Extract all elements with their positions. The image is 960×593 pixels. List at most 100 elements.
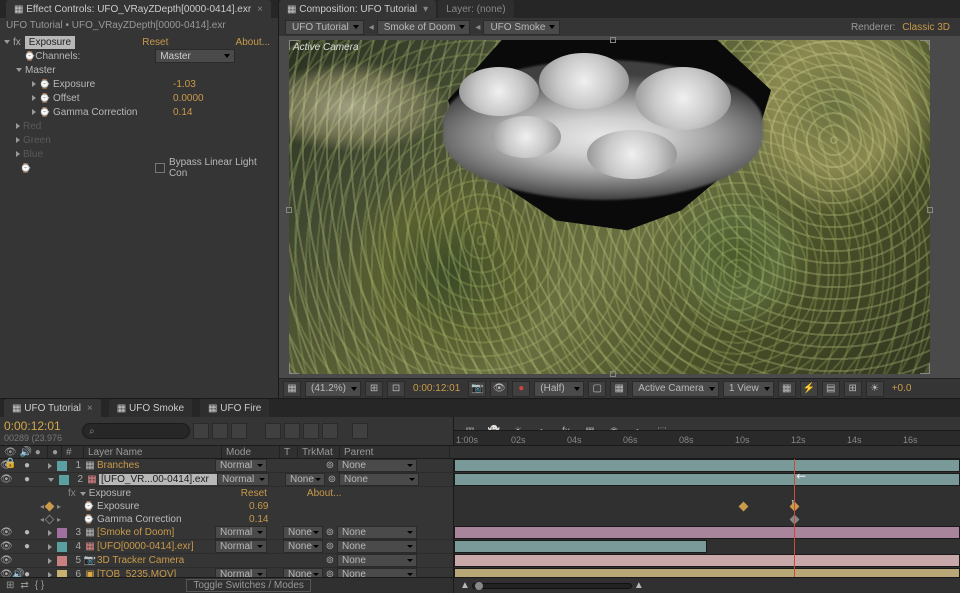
zoom-in-icon[interactable]: ▲: [634, 580, 644, 591]
timeline-tab-ufo-tutorial[interactable]: ▦ UFO Tutorial×: [4, 399, 101, 417]
search-input[interactable]: ⌕: [82, 423, 190, 439]
property-row-gamma[interactable]: ◂ ▸ ⌚ Gamma Correction 0.14: [0, 513, 453, 526]
keyframe[interactable]: [739, 502, 749, 512]
visibility-icon[interactable]: 👁: [0, 527, 12, 538]
parent-dropdown[interactable]: None: [337, 568, 417, 577]
bounds-handle[interactable]: [920, 364, 930, 374]
layer-tab[interactable]: Layer: (none): [438, 0, 513, 18]
composition-viewer[interactable]: Active Camera: [279, 36, 960, 378]
viewer-timecode[interactable]: 0:00:12:01: [413, 383, 460, 394]
visibility-icon[interactable]: 👁: [0, 555, 12, 566]
label-color[interactable]: [57, 570, 67, 578]
mode-dropdown[interactable]: Normal: [215, 526, 267, 539]
layer-row-smoke[interactable]: 👁● 3 ▦ [Smoke of Doom] Normal None ⊚ Non…: [0, 526, 453, 540]
timeline-tab-ufo-fire[interactable]: ▦ UFO Fire: [200, 399, 269, 417]
snapshot-icon[interactable]: 📷: [468, 381, 486, 397]
next-keyframe-icon[interactable]: ▸: [57, 515, 61, 524]
frame-blend-icon[interactable]: [265, 423, 281, 439]
disclosure-icon[interactable]: [32, 109, 36, 115]
layer-bar-camera[interactable]: [454, 554, 960, 567]
layer-name[interactable]: Branches: [97, 460, 215, 471]
av-features-header[interactable]: 👁 🔊 ● 🔒: [0, 446, 48, 458]
active-camera-dropdown[interactable]: Active Camera: [632, 381, 719, 397]
layer-name[interactable]: [TOB_5235.MOV]: [97, 569, 215, 577]
label-color[interactable]: [57, 556, 67, 566]
trkmat-dropdown[interactable]: None: [283, 540, 323, 553]
pickwhip-icon[interactable]: ⊚: [323, 541, 337, 552]
bounds-handle[interactable]: [289, 364, 299, 374]
mode-dropdown[interactable]: Normal: [215, 540, 267, 553]
disclosure-icon[interactable]: [48, 544, 52, 550]
trkmat-header[interactable]: TrkMat: [298, 446, 340, 458]
layer-bar-tob[interactable]: [454, 568, 960, 577]
stopwatch-icon[interactable]: ⌚: [39, 93, 50, 104]
draft-3d-icon[interactable]: [212, 423, 228, 439]
gamma-prop-value[interactable]: 0.14: [249, 514, 268, 525]
current-timecode[interactable]: 0:00:12:01: [4, 419, 74, 433]
trkmat-dropdown[interactable]: None: [285, 473, 325, 486]
layer-bar-ufo[interactable]: [454, 540, 707, 553]
playhead[interactable]: ↖: [794, 459, 795, 577]
disclosure-icon[interactable]: [32, 81, 36, 87]
graph-editor-icon[interactable]: [352, 423, 368, 439]
disclosure-icon[interactable]: [32, 95, 36, 101]
gamma-value[interactable]: 0.14: [173, 107, 192, 118]
index-header[interactable]: #: [62, 446, 84, 458]
timeline-icon[interactable]: ▤: [822, 381, 840, 397]
property-row-exposure[interactable]: ◂ ▸ ⌚ Exposure 0.69: [0, 500, 453, 513]
add-keyframe-icon[interactable]: [45, 502, 55, 512]
disclosure-icon[interactable]: [48, 572, 52, 578]
zoom-thumb[interactable]: [475, 582, 483, 590]
bounds-handle[interactable]: [610, 371, 616, 377]
view-layout-dropdown[interactable]: 1 View: [723, 381, 774, 397]
bounds-handle[interactable]: [286, 207, 292, 213]
bounds-handle[interactable]: [610, 37, 616, 43]
pickwhip-icon[interactable]: ⊚: [323, 569, 337, 577]
layer-name[interactable]: [Smoke of Doom]: [97, 527, 215, 538]
disclosure-icon[interactable]: [4, 40, 10, 44]
pickwhip-icon[interactable]: ⊚: [323, 460, 337, 471]
channels-dropdown[interactable]: Master: [155, 49, 235, 63]
layer-name-header[interactable]: Layer Name: [84, 446, 222, 458]
timecode-icon[interactable]: ⊡: [387, 381, 405, 397]
t-header[interactable]: T: [280, 446, 298, 458]
reset-exposure-icon[interactable]: ☀: [866, 381, 884, 397]
brackets-icon[interactable]: { }: [35, 580, 44, 591]
disclosure-icon[interactable]: [16, 68, 22, 72]
parent-dropdown[interactable]: None: [337, 526, 417, 539]
pickwhip-icon[interactable]: ⊚: [325, 474, 339, 485]
bounds-handle[interactable]: [920, 40, 930, 50]
label-color[interactable]: [57, 528, 67, 538]
stopwatch-icon[interactable]: ⌚: [20, 163, 31, 174]
bypass-checkbox[interactable]: [155, 163, 165, 173]
layer-bar-smoke[interactable]: [454, 526, 960, 539]
layer-name[interactable]: 3D Tracker Camera: [97, 555, 215, 566]
flowchart-icon[interactable]: ⊞: [844, 381, 862, 397]
bounds-handle[interactable]: [289, 40, 299, 50]
mode-dropdown[interactable]: Normal: [215, 568, 267, 577]
magnification-dropdown[interactable]: (41.2%): [305, 381, 361, 397]
trkmat-dropdown[interactable]: None: [283, 526, 323, 539]
disclosure-icon[interactable]: [80, 492, 86, 496]
effect-header-row[interactable]: fx Exposure Reset About...: [0, 487, 453, 500]
close-icon[interactable]: ×: [257, 4, 263, 15]
crumb-smoke[interactable]: Smoke of Doom: [377, 20, 471, 35]
stopwatch-icon[interactable]: ⌚: [39, 79, 50, 90]
channel-icon[interactable]: ●: [512, 381, 530, 397]
about-link[interactable]: About...: [307, 488, 341, 499]
parent-header[interactable]: Parent: [340, 446, 450, 458]
roi-icon[interactable]: ▢: [588, 381, 606, 397]
toggle-switches-icon[interactable]: ⇄: [20, 580, 28, 591]
crumb-ufo-smoke[interactable]: UFO Smoke: [483, 20, 560, 35]
reset-link[interactable]: Reset: [241, 488, 267, 499]
disclosure-icon[interactable]: [16, 137, 20, 143]
label-color[interactable]: [57, 542, 67, 552]
hide-shy-icon[interactable]: [231, 423, 247, 439]
effect-controls-tab[interactable]: ▦ Effect Controls: UFO_VRayZDepth[0000-0…: [6, 0, 271, 18]
timeline-bars-area[interactable]: I ↖: [454, 459, 960, 577]
layer-bar-vray[interactable]: [454, 473, 960, 486]
label-color[interactable]: [57, 461, 67, 471]
parent-dropdown[interactable]: None: [339, 473, 419, 486]
auto-keyframe-icon[interactable]: [322, 423, 338, 439]
zoom-slider[interactable]: [472, 583, 632, 589]
